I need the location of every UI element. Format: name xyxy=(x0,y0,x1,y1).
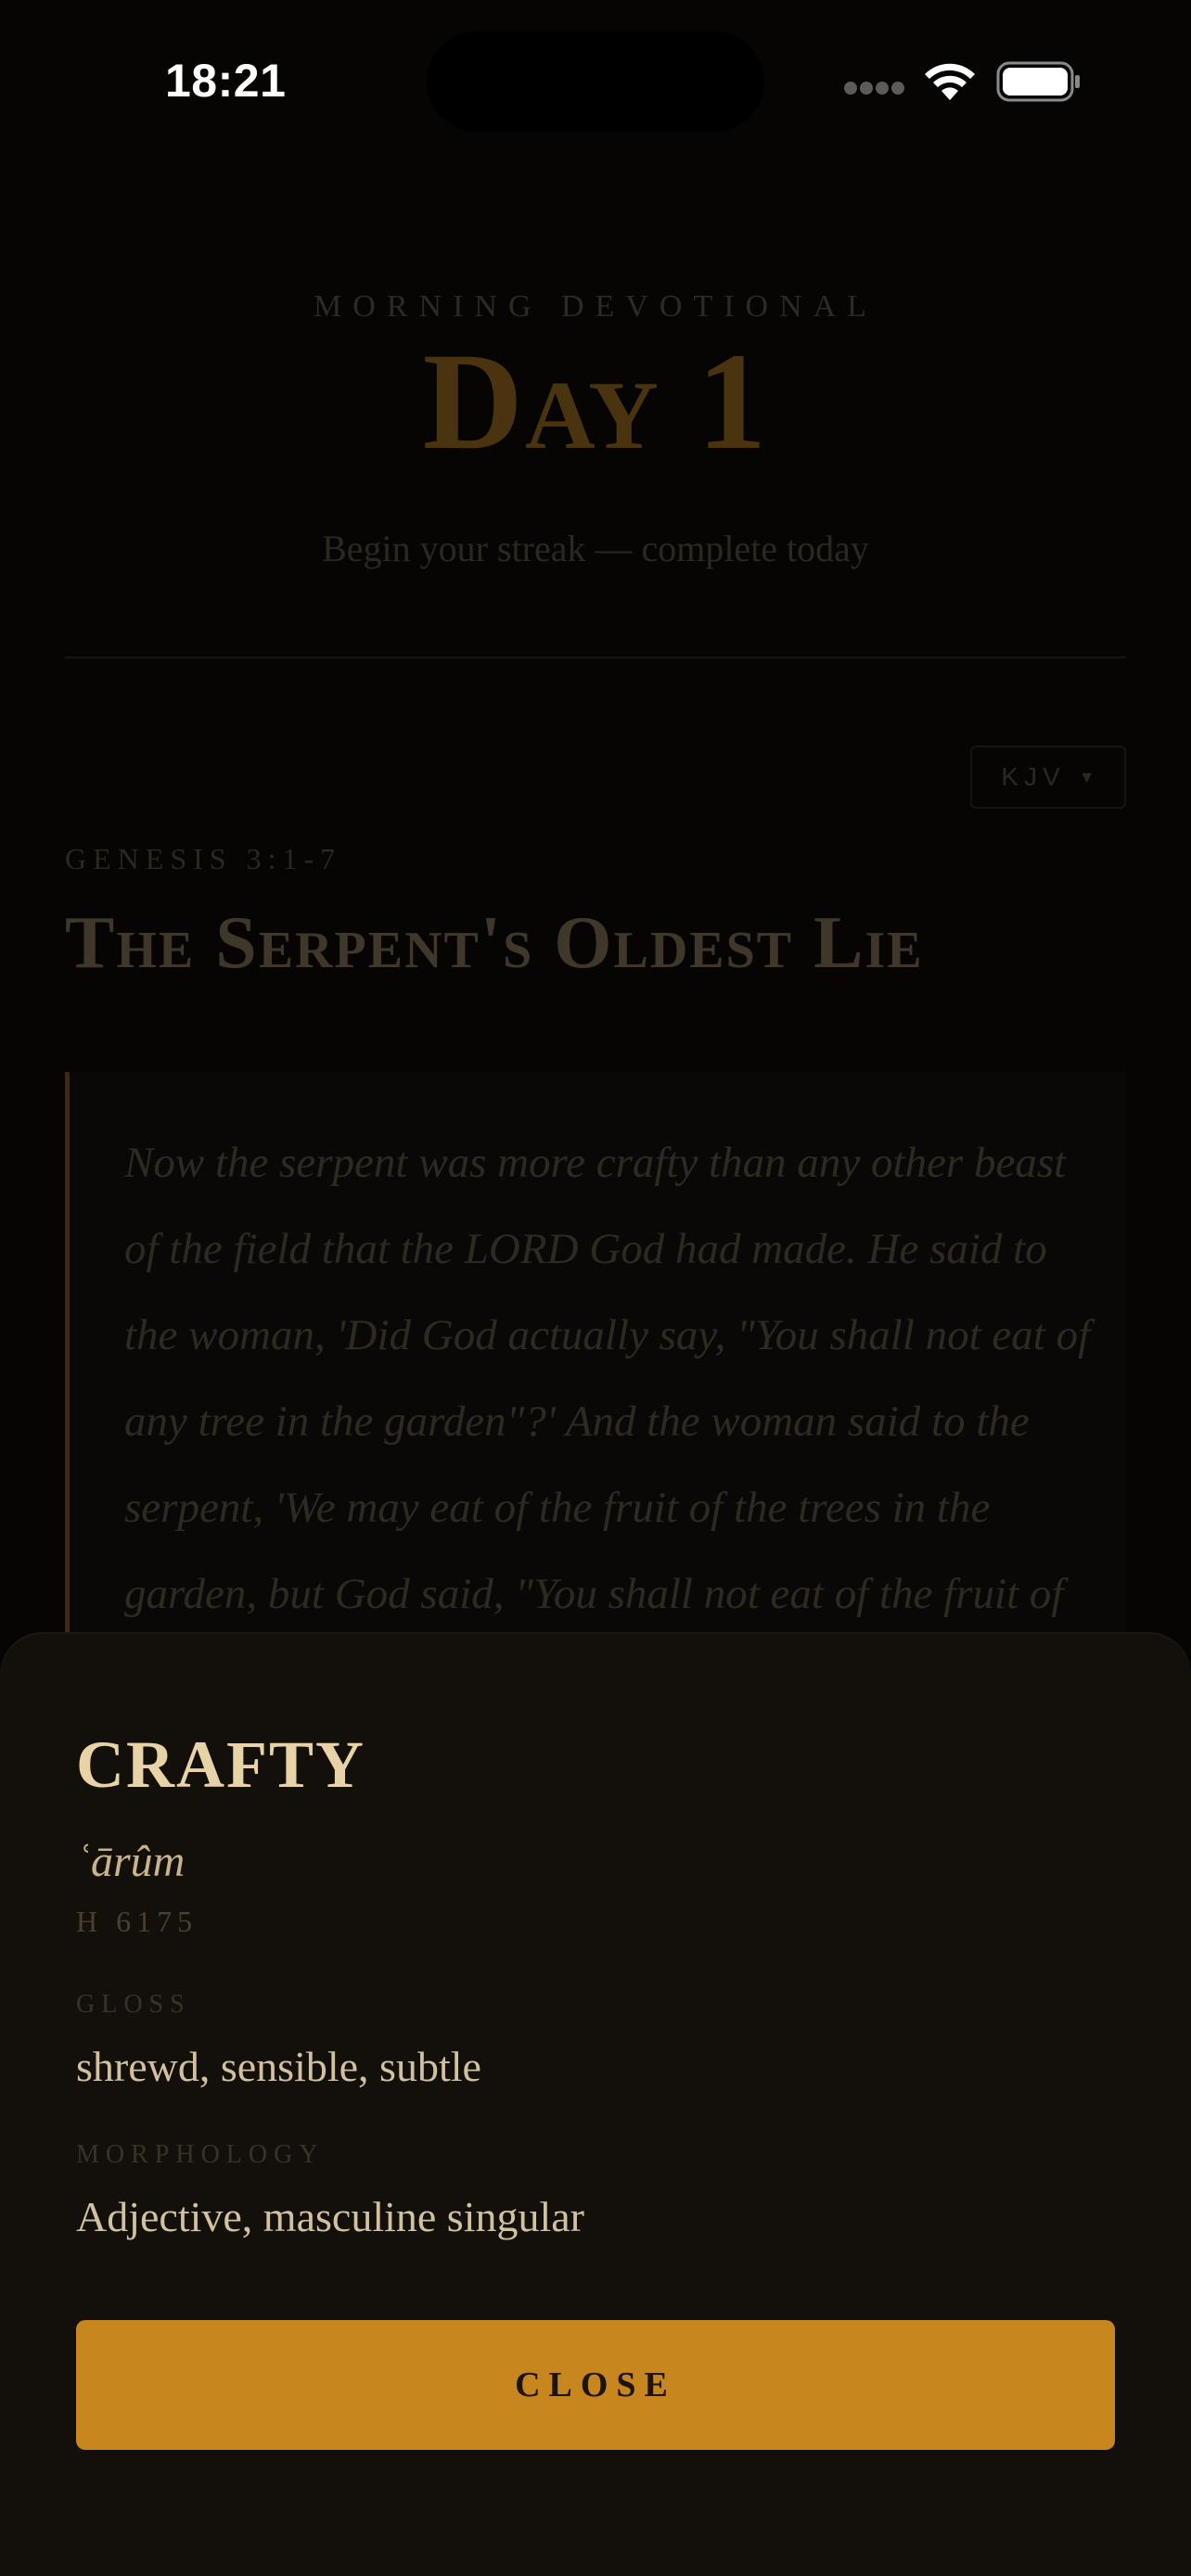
streak-message: Begin your streak — complete today xyxy=(322,528,869,569)
day-title: Day 1 xyxy=(422,325,769,478)
strongs-number: H 6175 xyxy=(76,1905,198,1938)
morphology-value: Adjective, masculine singular xyxy=(76,2193,585,2240)
close-button[interactable]: CLOSE xyxy=(76,2320,1115,2450)
caret-down-icon: ▼ xyxy=(1078,767,1095,786)
scripture-text[interactable]: Now the serpent was more crafty than any… xyxy=(124,1120,1108,1638)
header-divider xyxy=(65,657,1126,658)
word-heading: CRAFTY xyxy=(76,1728,365,1802)
bible-version-selector[interactable]: KJV ▼ xyxy=(970,746,1126,809)
gloss-value: shrewd, sensible, subtle xyxy=(76,2043,481,2090)
transliteration: ʿārûm xyxy=(76,1837,186,1886)
morphology-label: MORPHOLOGY xyxy=(76,2140,325,2169)
version-label: KJV xyxy=(1001,762,1066,791)
devotional-screen: 18:21 MORNING DEVOTIONAL Day 1 Begin you… xyxy=(0,0,1191,2576)
section-eyebrow: MORNING DEVOTIONAL xyxy=(314,289,877,324)
gloss-label: GLOSS xyxy=(76,1990,191,2019)
passage-reference: GENESIS 3:1-7 xyxy=(65,842,342,875)
passage-title: The Serpent's Oldest Lie xyxy=(65,902,924,984)
